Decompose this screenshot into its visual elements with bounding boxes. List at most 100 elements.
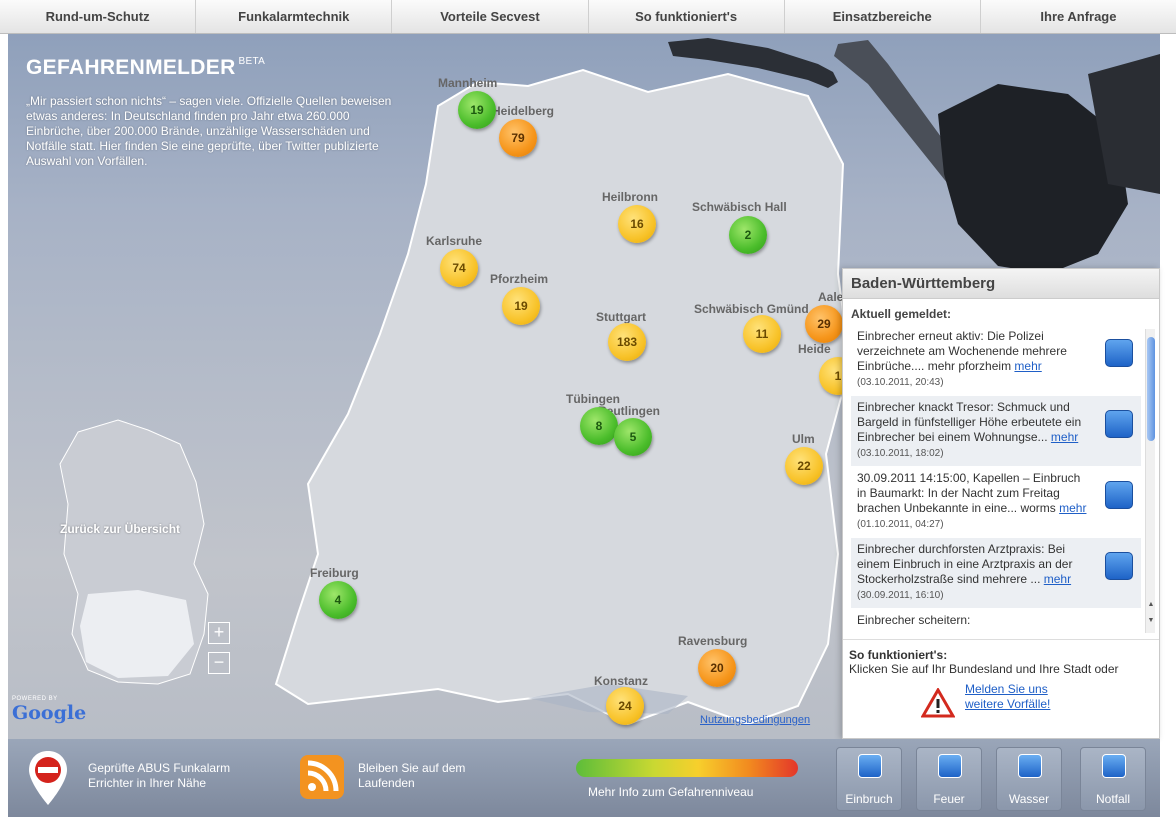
category-label: Wasser xyxy=(1008,792,1050,806)
how-it-works: So funktioniert's: Klicken Sie auf Ihr B… xyxy=(843,639,1159,718)
category-wasser-button[interactable]: Wasser xyxy=(996,747,1062,811)
feed-item[interactable]: Einbrecher knackt Tresor: Schmuck und Ba… xyxy=(851,396,1141,467)
marker-mannheim[interactable]: 19 xyxy=(458,91,496,129)
marker-ravensburg[interactable]: 20 xyxy=(698,649,736,687)
city-label-schwaebisch-hall[interactable]: Schwäbisch Hall xyxy=(692,200,787,214)
terms-link[interactable]: Nutzungsbedingungen xyxy=(700,714,810,726)
feed-item-text: 30.09.2011 14:15:00, Kapellen – Einbruch… xyxy=(857,471,1081,515)
marker-heidelberg[interactable]: 79 xyxy=(499,119,537,157)
scrollbar-thumb[interactable] xyxy=(1147,337,1155,441)
feed-item-more-link[interactable]: mehr xyxy=(1051,430,1078,444)
marker-pforzheim[interactable]: 19 xyxy=(502,287,540,325)
emergency-cross-icon xyxy=(1102,754,1126,778)
nav-ihre-anfrage[interactable]: Ihre Anfrage xyxy=(981,0,1176,33)
top-navigation: Rund-um-Schutz Funkalarmtechnik Vorteile… xyxy=(0,0,1176,34)
danger-level-label[interactable]: Mehr Info zum Gefahrenniveau xyxy=(588,785,753,799)
feed-item-date: (03.10.2011, 20:43) xyxy=(857,377,944,388)
zoom-in-button[interactable]: + xyxy=(208,622,230,644)
feed-item-date: (30.09.2011, 16:10) xyxy=(857,590,944,601)
nav-rund-um-schutz[interactable]: Rund-um-Schutz xyxy=(0,0,197,33)
marker-ulm[interactable]: 22 xyxy=(785,447,823,485)
marker-reutlingen[interactable]: 5 xyxy=(614,418,652,456)
city-label-schwaebisch-gmuend[interactable]: Schwäbisch Gmünd xyxy=(694,302,809,316)
feed-item[interactable]: Einbrecher durchforsten Arztpraxis: Bei … xyxy=(851,538,1141,609)
back-to-overview-link[interactable]: Zurück zur Übersicht xyxy=(60,522,180,536)
nav-so-funktionierts[interactable]: So funktioniert's xyxy=(589,0,785,33)
marker-schwaebisch-hall[interactable]: 2 xyxy=(729,216,767,254)
danger-level-gradient[interactable] xyxy=(576,759,798,777)
nav-vorteile-secvest[interactable]: Vorteile Secvest xyxy=(392,0,589,33)
feed-item[interactable]: Einbrecher erneut aktiv: Die Polizei ver… xyxy=(851,325,1141,396)
category-notfall-button[interactable]: Notfall xyxy=(1080,747,1146,811)
rss-link[interactable]: Bleiben Sie auf dem Laufenden xyxy=(358,761,508,791)
scroll-down-arrow-icon[interactable]: ▼ xyxy=(1146,617,1156,624)
zoom-out-button[interactable]: − xyxy=(208,652,230,674)
marker-karlsruhe[interactable]: 74 xyxy=(440,249,478,287)
water-icon xyxy=(1018,754,1042,778)
feed-item-text: Einbrecher durchforsten Arztpraxis: Bei … xyxy=(857,542,1073,586)
marker-heilbronn[interactable]: 16 xyxy=(618,205,656,243)
how-title: So funktioniert's: xyxy=(849,648,948,662)
marker-schwaebisch-gmuend[interactable]: 11 xyxy=(743,315,781,353)
feed-item-more-link[interactable]: mehr xyxy=(1059,501,1086,515)
scroll-up-arrow-icon[interactable]: ▲ xyxy=(1146,601,1156,608)
installer-link[interactable]: Geprüfte ABUS Funkalarm Errichter in Ihr… xyxy=(88,761,258,791)
intro-text: „Mir passiert schon nichts“ – sagen viel… xyxy=(26,94,392,168)
fire-icon xyxy=(938,754,962,778)
category-label: Feuer xyxy=(933,792,965,806)
feed-scrollbar[interactable]: ▲ ▼ xyxy=(1145,329,1155,633)
beta-badge: BETA xyxy=(238,56,266,67)
feed-item-more-link[interactable]: mehr xyxy=(1044,572,1071,586)
marker-konstanz[interactable]: 24 xyxy=(606,687,644,725)
overview-highlight-shape xyxy=(80,590,194,678)
nav-einsatzbereiche[interactable]: Einsatzbereiche xyxy=(785,0,981,33)
feed-item-text: Einbrecher knackt Tresor: Schmuck und Ba… xyxy=(857,400,1082,444)
title-text: GEFAHRENMELDER xyxy=(26,56,236,79)
city-label-heidelberg[interactable]: Heidelberg xyxy=(492,104,554,118)
city-label-karlsruhe[interactable]: Karlsruhe xyxy=(426,234,482,248)
marker-aalen[interactable]: 29 xyxy=(805,305,843,343)
city-label-heide[interactable]: Heide xyxy=(798,342,831,356)
city-label-mannheim[interactable]: Mannheim xyxy=(438,76,497,90)
nav-funkalarmtechnik[interactable]: Funkalarmtechnik xyxy=(196,0,393,33)
city-label-stuttgart[interactable]: Stuttgart xyxy=(596,310,646,324)
city-label-konstanz[interactable]: Konstanz xyxy=(594,674,648,688)
burglary-icon[interactable] xyxy=(1105,481,1133,509)
google-logo: POWERED BY Google xyxy=(12,696,86,724)
category-einbruch-button[interactable]: Einbruch xyxy=(836,747,902,811)
rss-icon[interactable] xyxy=(300,755,344,799)
city-label-pforzheim[interactable]: Pforzheim xyxy=(490,272,548,286)
city-label-ulm[interactable]: Ulm xyxy=(792,432,815,446)
panel-title: Baden-Württemberg xyxy=(843,269,1159,299)
city-label-freiburg[interactable]: Freiburg xyxy=(310,566,359,580)
gefahrenmelder-app: Rund-um-Schutz Funkalarmtechnik Vorteile… xyxy=(0,0,1176,819)
burglary-icon[interactable] xyxy=(1105,410,1133,438)
feed-item-more-link[interactable]: mehr xyxy=(1014,359,1041,373)
feed-item-date: (01.10.2011, 04:27) xyxy=(857,519,944,530)
category-feuer-button[interactable]: Feuer xyxy=(916,747,982,811)
marker-tuebingen[interactable]: 8 xyxy=(580,407,618,445)
how-text: Klicken Sie auf Ihr Bundesland und Ihre … xyxy=(849,662,1119,676)
feed-item[interactable]: 30.09.2011 14:15:00, Kapellen – Einbruch… xyxy=(851,467,1141,538)
feed-item[interactable]: Einbrecher scheitern: xyxy=(851,609,1141,634)
marker-freiburg[interactable]: 4 xyxy=(319,581,357,619)
intro-block: GEFAHRENMELDER BETA „Mir passiert schon n… xyxy=(26,56,406,169)
category-label: Einbruch xyxy=(845,792,893,806)
burglary-icon xyxy=(858,754,882,778)
abus-pin-icon[interactable] xyxy=(26,749,70,807)
bottom-bar: Geprüfte ABUS Funkalarm Errichter in Ihr… xyxy=(8,739,1160,817)
report-incident-link[interactable]: Melden Sie uns weitere Vorfälle! xyxy=(965,682,1085,712)
google-wordmark: Google xyxy=(12,702,87,724)
marker-stuttgart[interactable]: 183 xyxy=(608,323,646,361)
panel-subtitle: Aktuell gemeldet: xyxy=(851,307,952,321)
city-label-ravensburg[interactable]: Ravensburg xyxy=(678,634,747,648)
feed-item-date: (03.10.2011, 18:02) xyxy=(857,448,944,459)
feed-item-text: Einbrecher scheitern: xyxy=(857,613,971,627)
warning-icon xyxy=(921,688,955,718)
category-label: Notfall xyxy=(1095,792,1130,806)
burglary-icon[interactable] xyxy=(1105,552,1133,580)
city-label-heilbronn[interactable]: Heilbronn xyxy=(602,190,658,204)
burglary-icon[interactable] xyxy=(1105,339,1133,367)
incident-panel: Baden-Württemberg Aktuell gemeldet: Einb… xyxy=(842,268,1160,739)
incident-feed[interactable]: Einbrecher erneut aktiv: Die Polizei ver… xyxy=(851,325,1141,635)
